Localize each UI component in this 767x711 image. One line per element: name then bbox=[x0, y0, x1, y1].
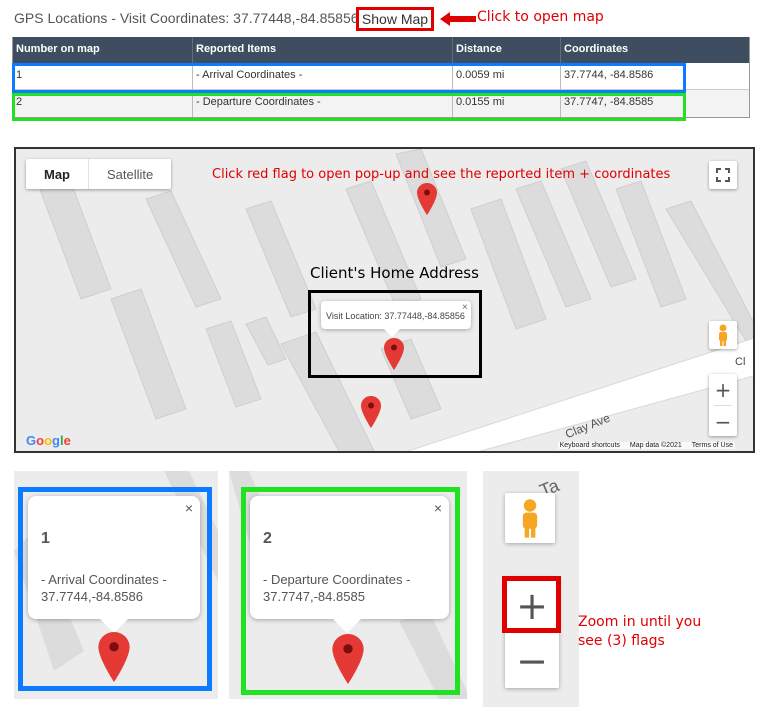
zoom-annotation: Zoom in until you see (3) flags bbox=[578, 613, 701, 651]
map-data-label: Map data ©2021 bbox=[629, 442, 682, 449]
col-header-number[interactable]: Number on map bbox=[13, 37, 193, 63]
fullscreen-button[interactable] bbox=[709, 161, 737, 189]
home-address-label: Client's Home Address bbox=[310, 264, 479, 282]
terms-link[interactable]: Terms of Use bbox=[692, 442, 733, 449]
map-pin-icon[interactable] bbox=[361, 396, 381, 428]
show-map-annotation: Click to open map bbox=[477, 9, 604, 25]
departure-row-highlight bbox=[12, 93, 686, 121]
visit-location-popup: Visit Location: 37.77448,-84.85856 bbox=[321, 301, 471, 329]
zoom-annotation-line: see (3) flags bbox=[578, 633, 665, 649]
keyboard-shortcuts-link[interactable]: Keyboard shortcuts bbox=[560, 442, 620, 449]
map-pin-icon[interactable] bbox=[417, 183, 437, 215]
arrival-row-highlight bbox=[12, 63, 686, 93]
tab-map[interactable]: Map bbox=[26, 159, 88, 189]
street-view-button[interactable] bbox=[709, 321, 737, 349]
zoom-out-button[interactable]: − bbox=[709, 406, 737, 437]
street-label-partial: Cl bbox=[735, 356, 746, 368]
google-logo: Google bbox=[26, 433, 71, 448]
zoom-in-button[interactable]: + bbox=[709, 374, 737, 405]
flag-annotation: Click red flag to open pop-up and see th… bbox=[212, 167, 671, 182]
zoom-in-highlight-frame bbox=[502, 576, 561, 633]
zoom-annotation-line: Zoom in until you bbox=[578, 614, 702, 630]
fullscreen-icon bbox=[716, 168, 730, 182]
tab-satellite[interactable]: Satellite bbox=[88, 159, 171, 189]
col-header-coordinates[interactable]: Coordinates bbox=[561, 37, 749, 63]
arrival-highlight-frame bbox=[18, 487, 212, 691]
arrow-left-icon bbox=[440, 12, 476, 26]
table-header-row: Number on map Reported Items Distance Co… bbox=[13, 37, 749, 63]
zoom-control: + − bbox=[709, 374, 737, 436]
departure-highlight-frame bbox=[241, 487, 460, 695]
pegman-icon bbox=[719, 324, 727, 346]
map-view[interactable]: Map Satellite + − Click red flag to open… bbox=[14, 147, 755, 453]
map-attribution: Keyboard shortcuts Map data ©2021 Terms … bbox=[557, 442, 735, 449]
street-view-button[interactable] bbox=[505, 493, 555, 543]
map-type-control: Map Satellite bbox=[26, 159, 172, 189]
map-pin-icon[interactable] bbox=[384, 338, 404, 370]
gps-header-title: GPS Locations - Visit Coordinates: 37.77… bbox=[14, 10, 368, 26]
pegman-icon bbox=[522, 499, 538, 538]
show-map-button[interactable]: Show Map bbox=[356, 7, 434, 31]
col-header-distance[interactable]: Distance bbox=[453, 37, 561, 63]
col-header-items[interactable]: Reported Items bbox=[193, 37, 453, 63]
popup-close-button[interactable]: × bbox=[462, 302, 468, 313]
zoom-out-button[interactable]: − bbox=[505, 633, 559, 688]
popup-tail bbox=[384, 329, 400, 337]
